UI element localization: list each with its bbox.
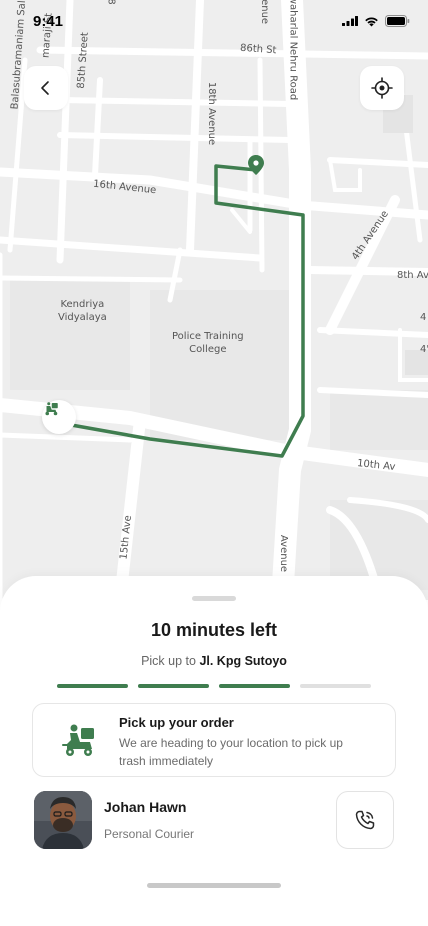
pickup-line: Pick up to Jl. Kpg Sutoyo [0, 654, 428, 668]
street-label-8th: 8th Av [397, 270, 428, 281]
call-courier-button[interactable] [336, 791, 394, 849]
progress-segment [219, 684, 290, 688]
pickup-location: Jl. Kpg Sutoyo [199, 654, 287, 668]
order-status-card: Pick up your order We are heading to you… [32, 703, 396, 777]
crosshair-icon [371, 77, 393, 99]
delivery-bottom-sheet: 10 minutes left Pick up to Jl. Kpg Sutoy… [0, 576, 428, 926]
scooter-icon [45, 402, 58, 416]
place-label-kendriya: Kendriya Vidyalaya [58, 298, 107, 324]
phone-call-icon [355, 810, 375, 830]
delivery-scooter-icon [62, 724, 94, 756]
progress-segment [138, 684, 209, 688]
progress-segment [57, 684, 128, 688]
chevron-left-icon [41, 81, 49, 95]
card-title: Pick up your order [119, 715, 234, 730]
signal-icon [342, 16, 358, 26]
street-label-partial-4a: 4 [420, 312, 427, 323]
street-label-partial-4b: 4' [420, 344, 428, 355]
progress-segment [300, 684, 371, 688]
courier-name: Johan Hawn [104, 799, 187, 815]
courier-role: Personal Courier [104, 827, 195, 841]
place-label-police: Police Training College [172, 330, 244, 356]
courier-location-marker[interactable] [42, 400, 76, 434]
sheet-grabber[interactable] [192, 596, 236, 601]
back-button[interactable] [24, 66, 68, 110]
card-description: We are heading to your location to pick … [119, 736, 343, 768]
pickup-prefix: Pick up to [141, 654, 200, 668]
wifi-icon [365, 16, 378, 26]
delivery-progress [57, 684, 371, 688]
locate-me-button[interactable] [360, 66, 404, 110]
street-label-18th: 18th Avenue [206, 81, 218, 146]
place-label-police-line1: Police Training [172, 331, 244, 342]
status-time: 9:41 [33, 13, 64, 30]
status-icons [342, 15, 410, 27]
place-label-kendriya-line2: Vidyalaya [58, 312, 107, 323]
street-label-avenue-bottom: Avenue [278, 534, 290, 573]
battery-icon [385, 15, 410, 27]
courier-avatar [34, 791, 92, 849]
status-bar: 9:41 [0, 0, 428, 44]
avatar-photo [34, 791, 92, 849]
home-indicator [147, 883, 281, 888]
place-label-police-line2: College [189, 344, 227, 355]
place-label-kendriya-line1: Kendriya [60, 299, 105, 310]
time-left-heading: 10 minutes left [150, 620, 278, 640]
